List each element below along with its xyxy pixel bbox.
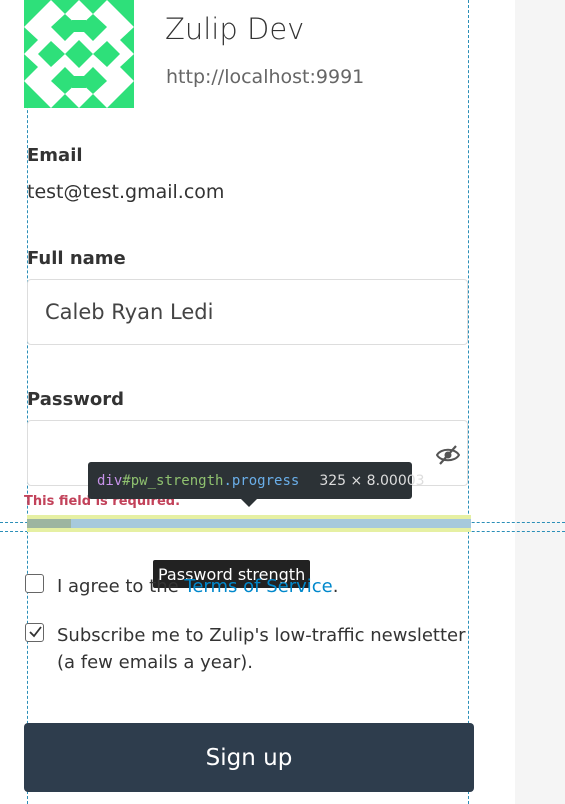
right-side-panel: [515, 0, 565, 804]
full-name-input[interactable]: [28, 280, 467, 344]
email-value: test@test.gmail.com: [27, 181, 225, 203]
devtools-tag: div: [97, 472, 123, 489]
full-name-label: Full name: [27, 248, 126, 269]
devtools-tooltip-arrow: [241, 499, 257, 507]
tos-suffix: .: [332, 576, 339, 597]
email-label: Email: [27, 145, 83, 166]
org-name: Zulip Dev: [165, 12, 305, 46]
tos-row[interactable]: I agree to the Terms of Service.: [25, 573, 338, 600]
tos-checkbox[interactable]: [25, 574, 44, 593]
newsletter-checkbox[interactable]: [25, 623, 44, 642]
devtools-guide-right: [468, 0, 469, 804]
password-strength-fill: [27, 519, 72, 528]
org-logo-icon: [24, 0, 134, 108]
newsletter-text: Subscribe me to Zulip's low-traffic news…: [57, 625, 466, 673]
tos-text: I agree to the Terms of Service.: [57, 573, 338, 600]
newsletter-row[interactable]: Subscribe me to Zulip's low-traffic news…: [25, 622, 475, 676]
devtools-inspector-tooltip: div #pw_strength .progress 325 × 8.00003: [88, 462, 425, 499]
tos-link[interactable]: Terms of Service: [184, 576, 332, 597]
password-strength-bar: [27, 515, 471, 532]
devtools-id: #pw_strength: [122, 472, 224, 489]
tos-prefix: I agree to the: [57, 576, 185, 597]
devtools-class: .progress: [223, 472, 300, 489]
password-label: Password: [27, 389, 125, 410]
org-url: http://localhost:9991: [166, 66, 365, 88]
sign-up-button[interactable]: Sign up: [24, 723, 474, 792]
devtools-dimensions: 325 × 8.00003: [319, 472, 425, 489]
full-name-field[interactable]: [27, 279, 468, 345]
password-strength-track: [27, 519, 471, 528]
eye-slash-icon[interactable]: [435, 444, 461, 466]
